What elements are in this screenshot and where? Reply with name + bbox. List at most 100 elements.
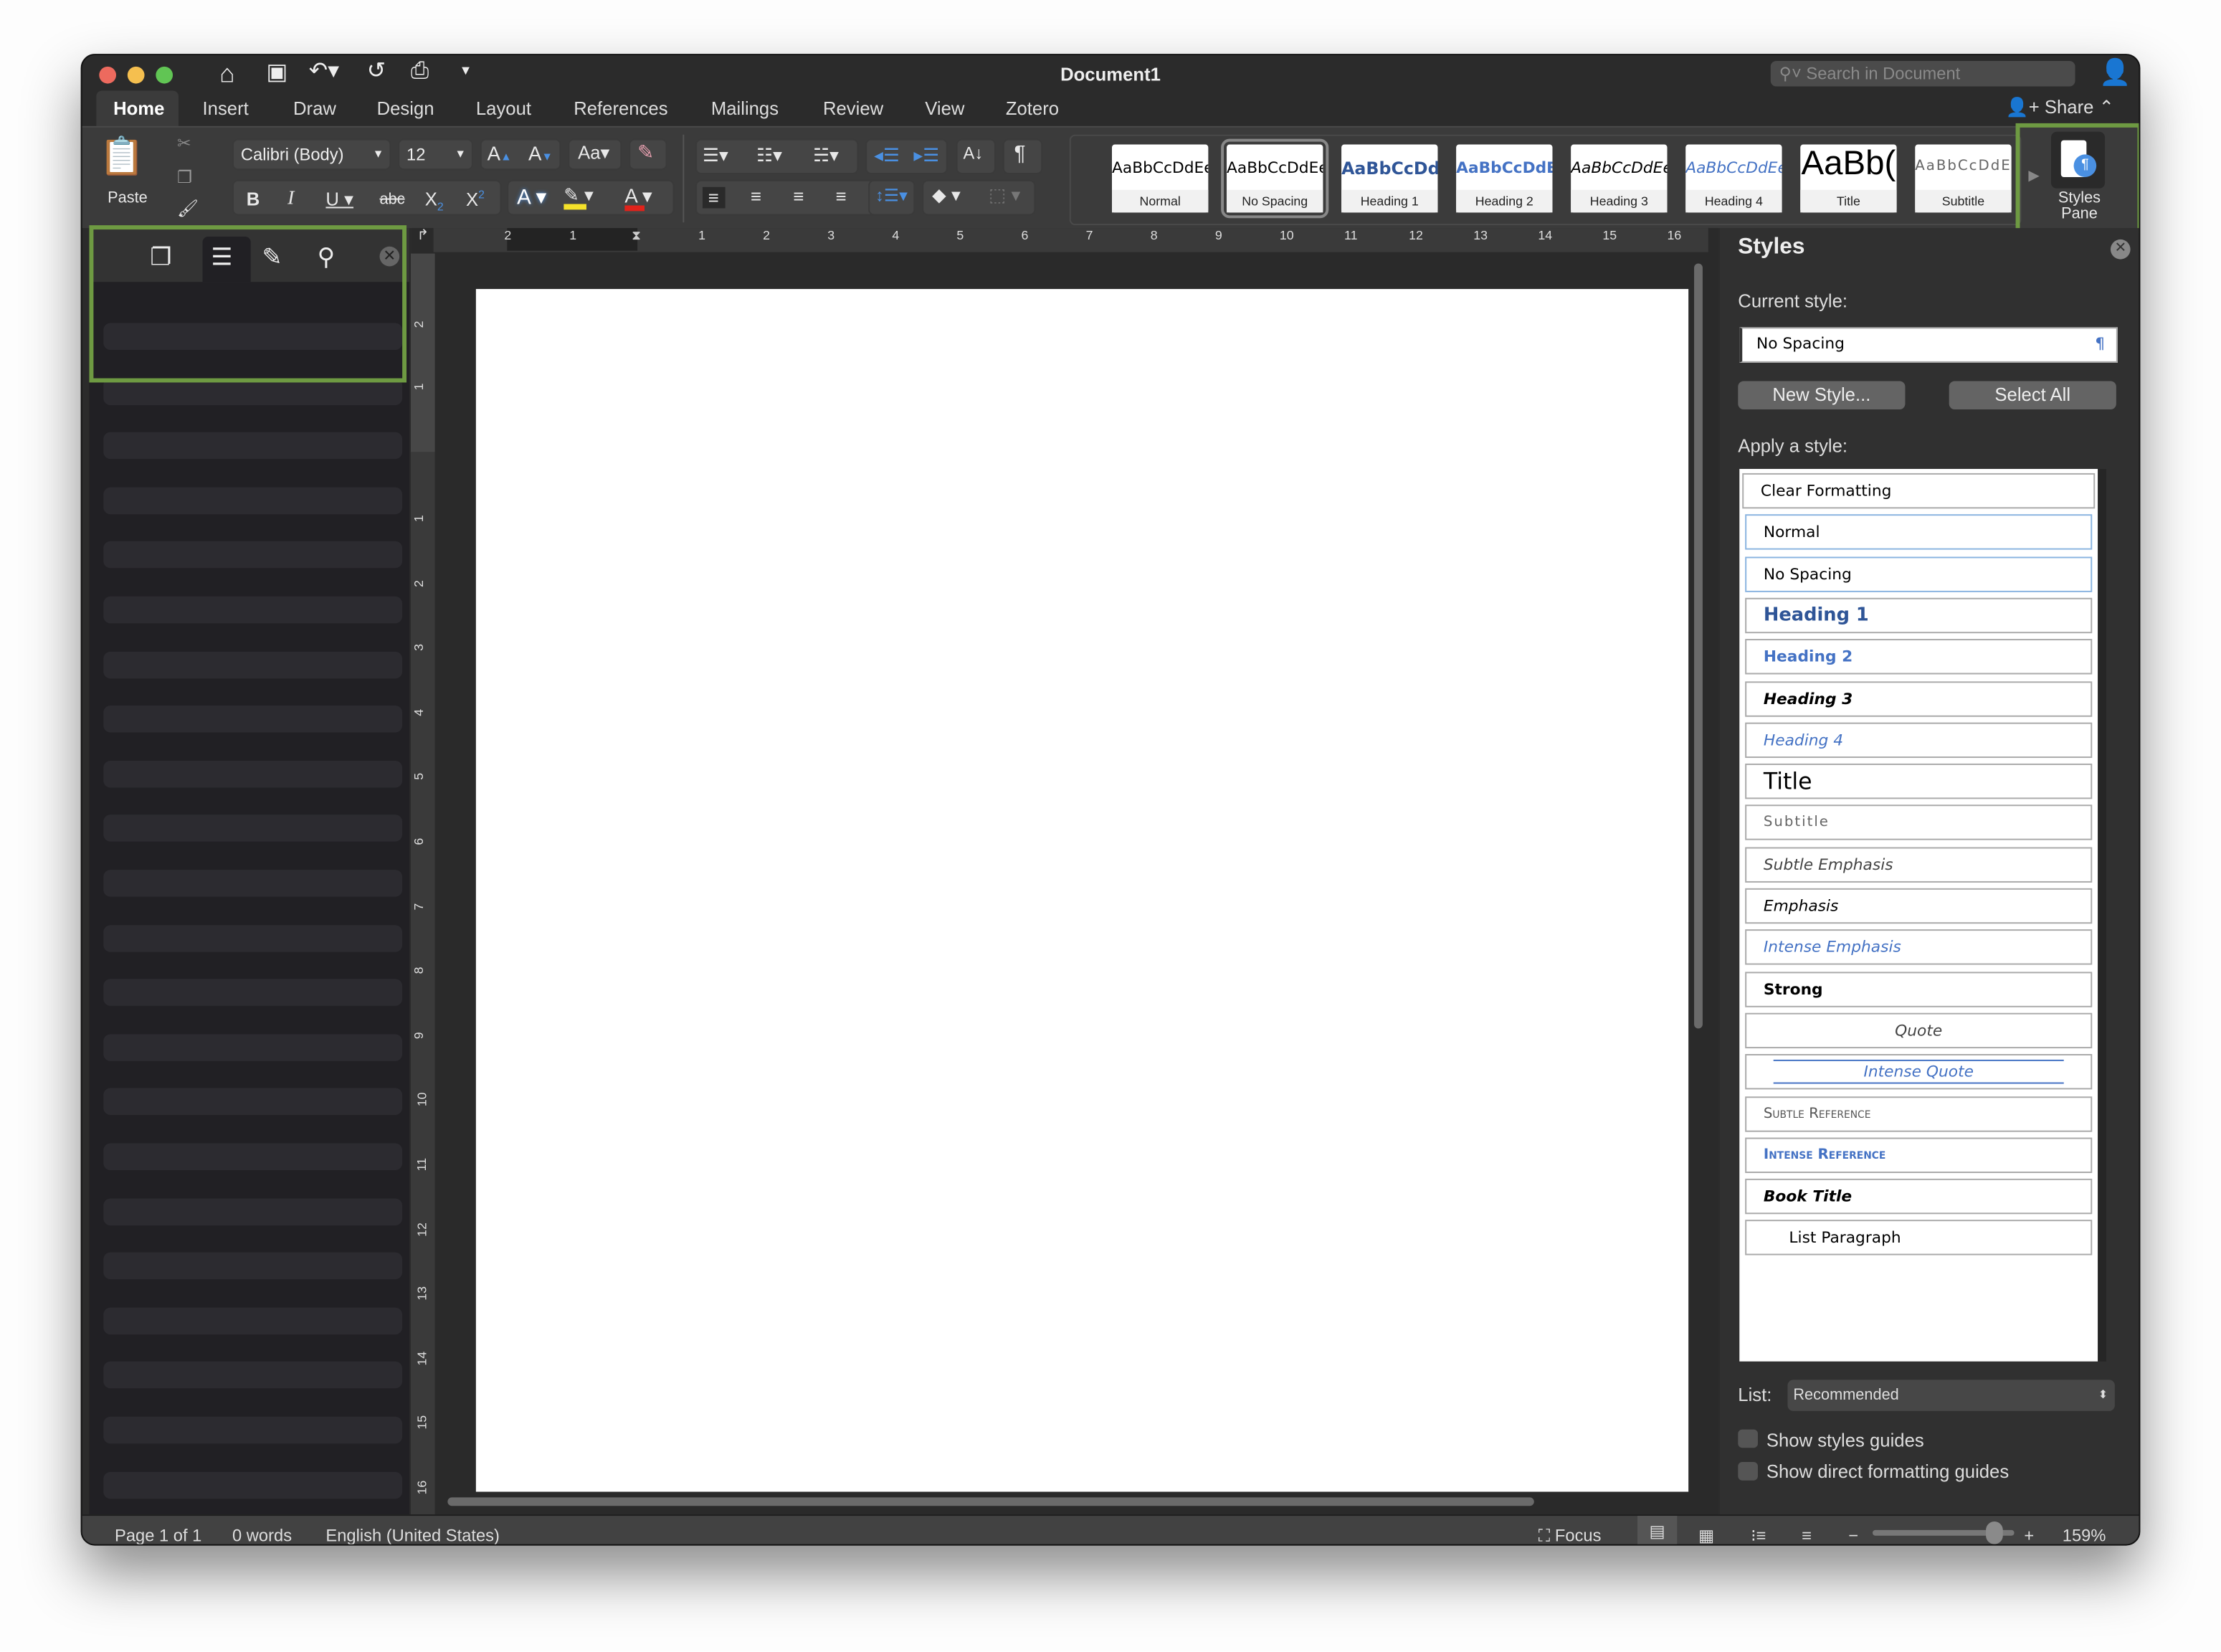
account-icon[interactable]: 👤 [2099, 60, 2131, 85]
text-effects-button[interactable]: A ▾ [517, 187, 546, 209]
tab-references[interactable]: References [574, 98, 667, 119]
paste-label[interactable]: Paste [108, 191, 148, 207]
zoom-level[interactable]: 159% [2063, 1526, 2106, 1544]
select-all-button[interactable]: Select All [1949, 381, 2116, 410]
word-count[interactable]: 0 words [232, 1526, 292, 1544]
bullets-button[interactable]: ☰▾ [703, 146, 728, 165]
borders-button[interactable]: ⬚ ▾ [989, 186, 1020, 204]
style-item-subtle-reference[interactable]: Subtle Reference [1745, 1096, 2093, 1131]
style-item-title[interactable]: Title [1745, 764, 2093, 799]
italic-button[interactable]: I [287, 189, 294, 210]
style-item-quote[interactable]: Quote [1745, 1012, 2093, 1048]
show-direct-guides-checkbox[interactable] [1738, 1462, 1758, 1481]
shrink-font-icon[interactable]: A▼ [528, 143, 553, 163]
style-item-list-paragraph[interactable]: List Paragraph [1745, 1220, 2093, 1256]
multilevel-list-button[interactable]: ☵▾ [813, 146, 839, 165]
style-item-intense-quote[interactable]: Intense Quote [1745, 1054, 2093, 1090]
subscript-button[interactable]: X2 [425, 190, 444, 214]
show-styles-guides-label[interactable]: Show styles guides [1766, 1430, 1924, 1451]
style-item-emphasis[interactable]: Emphasis [1745, 888, 2093, 924]
horizontal-scrollbar[interactable] [447, 1497, 1534, 1506]
align-left-button[interactable]: ≡ [702, 186, 725, 209]
style-item-no-spacing[interactable]: No Spacing [1745, 556, 2093, 592]
superscript-button[interactable]: X2 [466, 189, 485, 209]
copy-icon[interactable]: ❐ [177, 168, 192, 186]
style-item-intense-emphasis[interactable]: Intense Emphasis [1745, 929, 2093, 966]
vertical-scrollbar[interactable] [1694, 263, 1703, 1029]
style-item-subtle-emphasis[interactable]: Subtle Emphasis [1745, 846, 2093, 883]
language[interactable]: English (United States) [325, 1526, 499, 1544]
draft-view-icon[interactable]: ≡ [1802, 1526, 1812, 1544]
gallery-style-no-spacing[interactable]: AaBbCcDdEe No Spacing [1221, 138, 1329, 219]
style-item-clear-formatting[interactable]: Clear Formatting [1742, 473, 2096, 509]
gallery-style-subtitle[interactable]: AaBbCcDdEe Subtitle [1915, 144, 2012, 213]
numbering-button[interactable]: ☷▾ [756, 146, 782, 165]
indent-marker[interactable]: ⧗ [632, 228, 641, 244]
gallery-style-heading-4[interactable]: AaBbCcDdEe Heading 4 [1685, 144, 1782, 213]
tab-selector-icon[interactable]: ↱ [412, 228, 434, 252]
align-center-button[interactable]: ≡ [751, 187, 761, 206]
gallery-style-heading-3[interactable]: AaBbCcDdEe Heading 3 [1571, 144, 1668, 213]
font-size-select[interactable]: 12 ▼ [398, 138, 473, 171]
ruler-label: 6 [1021, 228, 1029, 242]
gallery-style-heading-1[interactable]: AaBbCcDdI Heading 1 [1341, 144, 1438, 213]
search-input[interactable]: ⚲˅ Search in Document [1770, 60, 2075, 87]
font-name-select[interactable]: Calibri (Body) ▼ [232, 138, 391, 171]
page-count[interactable]: Page 1 of 1 [115, 1526, 201, 1544]
tab-review[interactable]: Review [823, 98, 883, 119]
font-color-button[interactable]: A ▾ [624, 186, 652, 212]
tab-zotero[interactable]: Zotero [1006, 98, 1059, 119]
style-item-heading-1[interactable]: Heading 1 [1745, 597, 2093, 633]
style-item-normal[interactable]: Normal [1745, 514, 2093, 551]
zoom-out-icon[interactable]: − [1848, 1526, 1858, 1544]
tab-insert[interactable]: Insert [203, 98, 249, 119]
zoom-slider-thumb[interactable] [1986, 1522, 2004, 1544]
style-item-intense-reference[interactable]: Intense Reference [1745, 1137, 2093, 1173]
outline-view-icon[interactable]: ⁝≡ [1751, 1526, 1766, 1544]
gallery-style-normal[interactable]: AaBbCcDdEe Normal [1112, 144, 1209, 213]
paste-icon[interactable]: 📋 [99, 138, 145, 174]
justify-button[interactable]: ≡ [836, 187, 847, 206]
underline-button[interactable]: U ▾ [325, 190, 353, 209]
tab-draw[interactable]: Draw [293, 98, 336, 119]
gallery-style-title[interactable]: AaBb(Title [1800, 144, 1897, 213]
bold-button[interactable]: B [247, 190, 260, 209]
strikethrough-button[interactable]: abc [380, 192, 405, 209]
tab-layout[interactable]: Layout [476, 98, 531, 119]
tab-home[interactable]: Home [113, 98, 164, 119]
share-button[interactable]: 👤+ Share ⌃ [2006, 96, 2114, 119]
tab-view[interactable]: View [925, 98, 964, 119]
style-item-heading-4[interactable]: Heading 4 [1745, 722, 2093, 758]
format-painter-icon[interactable]: 🖌 [177, 200, 199, 217]
list-filter-select[interactable]: Recommended ⬍ [1787, 1380, 2115, 1411]
cut-icon[interactable]: ✂ [177, 135, 191, 152]
zoom-in-icon[interactable]: + [2024, 1526, 2034, 1544]
align-right-button[interactable]: ≡ [793, 187, 804, 206]
show-styles-guides-checkbox[interactable] [1738, 1429, 1758, 1448]
style-list[interactable]: Clear Formatting Normal No Spacing Heading … [1739, 468, 2098, 1362]
status-bar: Page 1 of 1 0 words English (United Stat… [82, 1514, 2139, 1544]
show-direct-guides-label[interactable]: Show direct formatting guides [1766, 1461, 2009, 1482]
style-item-heading-3[interactable]: Heading 3 [1745, 680, 2093, 716]
gallery-style-heading-2[interactable]: AaBbCcDdEe Heading 2 [1456, 144, 1553, 213]
grow-font-icon[interactable]: A▲ [488, 143, 512, 163]
new-style-button[interactable]: New Style... [1738, 381, 1906, 410]
close-styles-pane-icon[interactable]: ✕ [2110, 239, 2131, 260]
document-page[interactable] [475, 289, 1689, 1492]
collapse-ribbon-icon[interactable]: ⌃ [2099, 96, 2115, 118]
style-item-book-title[interactable]: Book Title [1745, 1179, 2093, 1215]
web-layout-view-icon[interactable]: ▦ [1698, 1526, 1714, 1544]
style-item-strong[interactable]: Strong [1745, 971, 2093, 1007]
style-item-heading-2[interactable]: Heading 2 [1745, 639, 2093, 675]
decrease-indent-button[interactable]: ◂☰ [874, 146, 900, 165]
increase-indent-button[interactable]: ▸☰ [913, 146, 939, 165]
style-list-scrollbar[interactable] [2098, 468, 2107, 1362]
shading-button[interactable]: ◆ ▾ [932, 186, 961, 204]
print-layout-view-icon[interactable]: ▤ [1637, 1516, 1678, 1544]
current-style-field[interactable]: No Spacing ¶ [1739, 327, 2118, 363]
highlight-button[interactable]: ✎ ▾ [563, 186, 594, 210]
tab-mailings[interactable]: Mailings [711, 98, 779, 119]
style-item-subtitle[interactable]: Subtitle [1745, 805, 2093, 841]
tab-design[interactable]: Design [377, 98, 434, 119]
focus-button[interactable]: ⛶ Focus [1538, 1526, 1602, 1544]
